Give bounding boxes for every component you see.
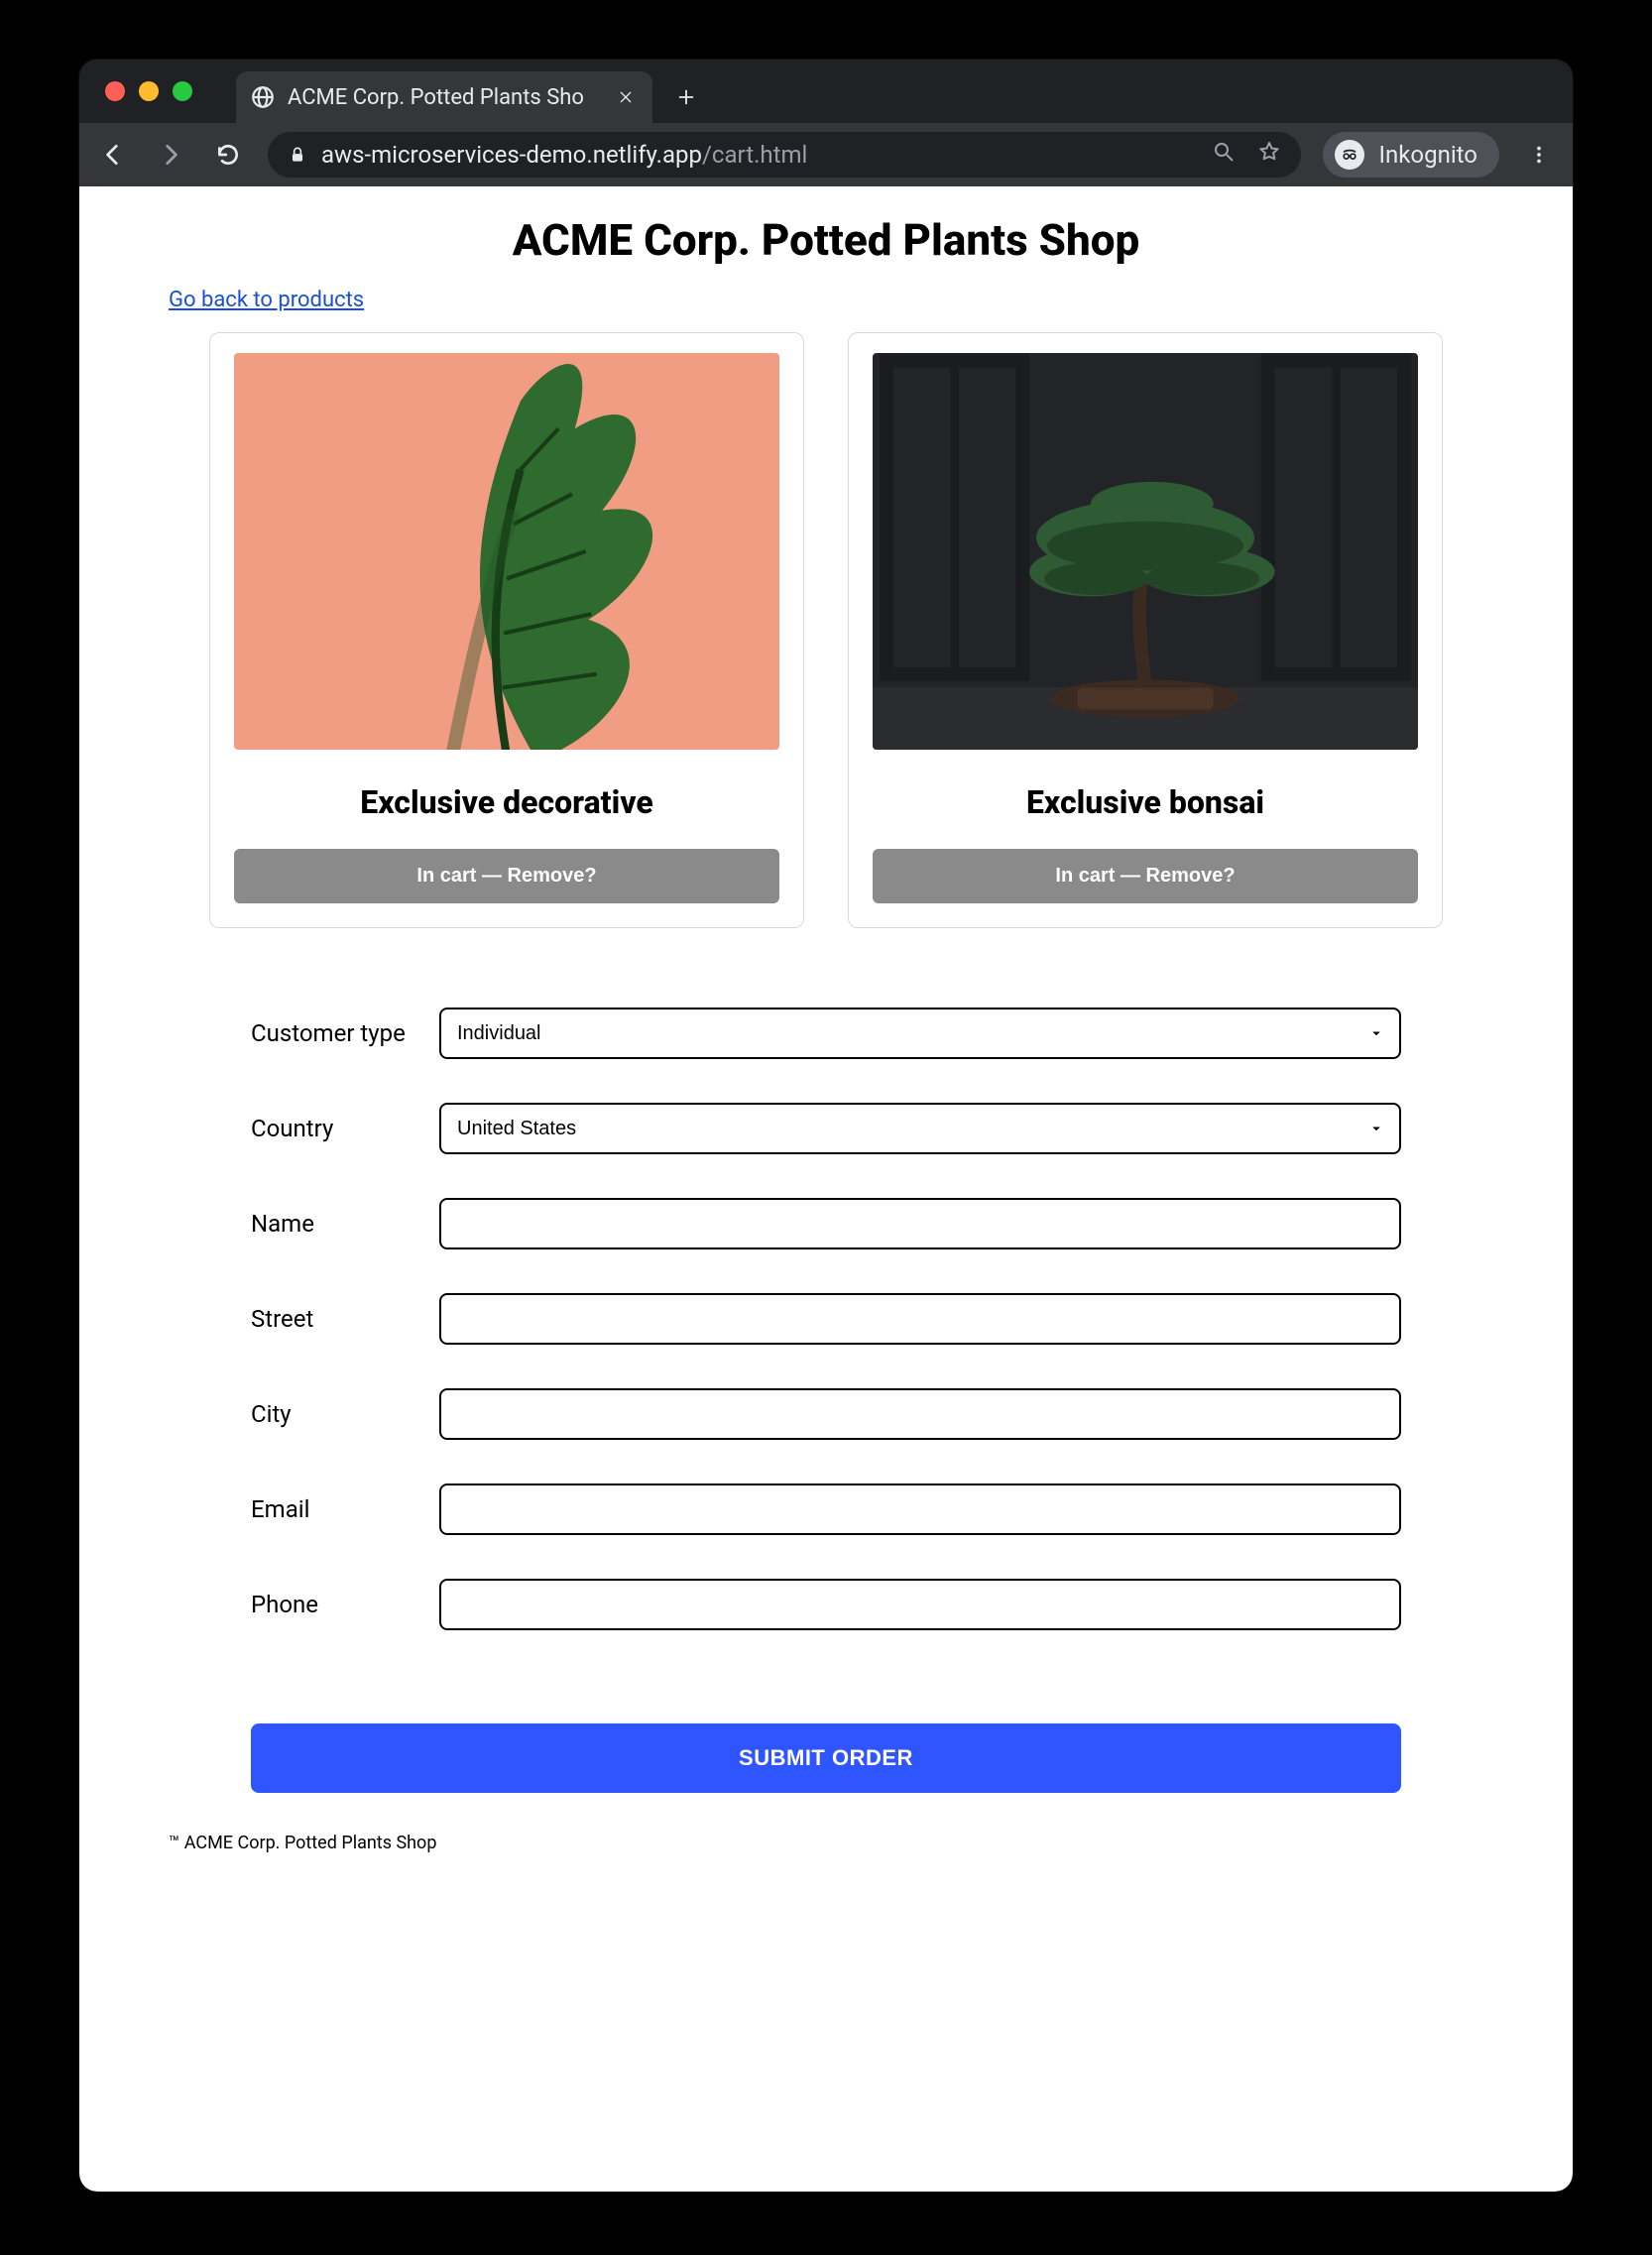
cart-items: Exclusive decorative In cart — Remove? xyxy=(169,332,1483,928)
remove-from-cart-button[interactable]: In cart — Remove? xyxy=(873,849,1418,903)
customer-type-select[interactable]: Individual xyxy=(439,1008,1401,1059)
form-row-street: Street xyxy=(251,1293,1401,1345)
country-select[interactable]: United States xyxy=(439,1103,1401,1154)
order-form: Customer type Individual Country United … xyxy=(251,1008,1401,1793)
footer-trademark: ™ ACME Corp. Potted Plants Shop xyxy=(169,1833,1483,1853)
browser-toolbar: aws-microservices-demo.netlify.app/cart.… xyxy=(79,123,1573,186)
city-input[interactable] xyxy=(439,1388,1401,1440)
url-host: aws-microservices-demo.netlify.app xyxy=(321,141,702,169)
incognito-chip[interactable]: Inkognito xyxy=(1323,132,1499,178)
form-row-email: Email xyxy=(251,1484,1401,1535)
reload-button[interactable] xyxy=(210,137,246,173)
forward-button[interactable] xyxy=(153,137,188,173)
label-phone: Phone xyxy=(251,1591,429,1618)
email-input[interactable] xyxy=(439,1484,1401,1535)
browser-window: ACME Corp. Potted Plants Sho aws-microse… xyxy=(79,59,1573,2192)
lock-icon xyxy=(288,145,307,165)
globe-icon xyxy=(250,84,276,110)
star-icon[interactable] xyxy=(1257,140,1281,170)
window-minimize-button[interactable] xyxy=(139,81,159,101)
cart-item-card: Exclusive decorative In cart — Remove? xyxy=(209,332,804,928)
product-image xyxy=(873,353,1418,750)
product-image xyxy=(234,353,779,750)
form-row-country: Country United States xyxy=(251,1103,1401,1154)
product-title: Exclusive bonsai xyxy=(1026,783,1264,821)
submit-order-button[interactable]: SUBMIT ORDER xyxy=(251,1723,1401,1793)
form-row-city: City xyxy=(251,1388,1401,1440)
cart-item-card: Exclusive bonsai In cart — Remove? xyxy=(848,332,1443,928)
label-email: Email xyxy=(251,1495,429,1523)
form-row-name: Name xyxy=(251,1198,1401,1249)
window-maximize-button[interactable] xyxy=(173,81,192,101)
label-city: City xyxy=(251,1400,429,1428)
window-controls xyxy=(93,81,222,101)
form-row-phone: Phone xyxy=(251,1579,1401,1630)
incognito-icon xyxy=(1335,140,1364,170)
address-bar[interactable]: aws-microservices-demo.netlify.app/cart.… xyxy=(268,132,1301,178)
page-title: ACME Corp. Potted Plants Shop xyxy=(169,214,1483,266)
browser-tab[interactable]: ACME Corp. Potted Plants Sho xyxy=(236,71,652,123)
label-customer-type: Customer type xyxy=(251,1019,429,1047)
form-row-customer-type: Customer type Individual xyxy=(251,1008,1401,1059)
url-text: aws-microservices-demo.netlify.app/cart.… xyxy=(321,141,1198,169)
remove-from-cart-button[interactable]: In cart — Remove? xyxy=(234,849,779,903)
back-button[interactable] xyxy=(95,137,131,173)
product-title: Exclusive decorative xyxy=(360,783,653,821)
label-name: Name xyxy=(251,1210,429,1238)
label-street: Street xyxy=(251,1305,429,1333)
label-country: Country xyxy=(251,1115,429,1142)
browser-menu-button[interactable] xyxy=(1521,137,1557,173)
back-to-products-link[interactable]: Go back to products xyxy=(169,288,364,312)
incognito-label: Inkognito xyxy=(1378,141,1477,169)
url-path: /cart.html xyxy=(702,141,807,169)
search-icon[interactable] xyxy=(1212,140,1236,170)
address-bar-actions xyxy=(1212,140,1281,170)
close-tab-button[interactable] xyxy=(615,86,637,108)
name-input[interactable] xyxy=(439,1198,1401,1249)
street-input[interactable] xyxy=(439,1293,1401,1345)
window-close-button[interactable] xyxy=(105,81,125,101)
tab-strip: ACME Corp. Potted Plants Sho xyxy=(79,59,1573,123)
new-tab-button[interactable] xyxy=(666,77,706,117)
tab-title: ACME Corp. Potted Plants Sho xyxy=(288,85,603,110)
page-viewport: ACME Corp. Potted Plants Shop Go back to… xyxy=(79,186,1573,2192)
phone-input[interactable] xyxy=(439,1579,1401,1630)
